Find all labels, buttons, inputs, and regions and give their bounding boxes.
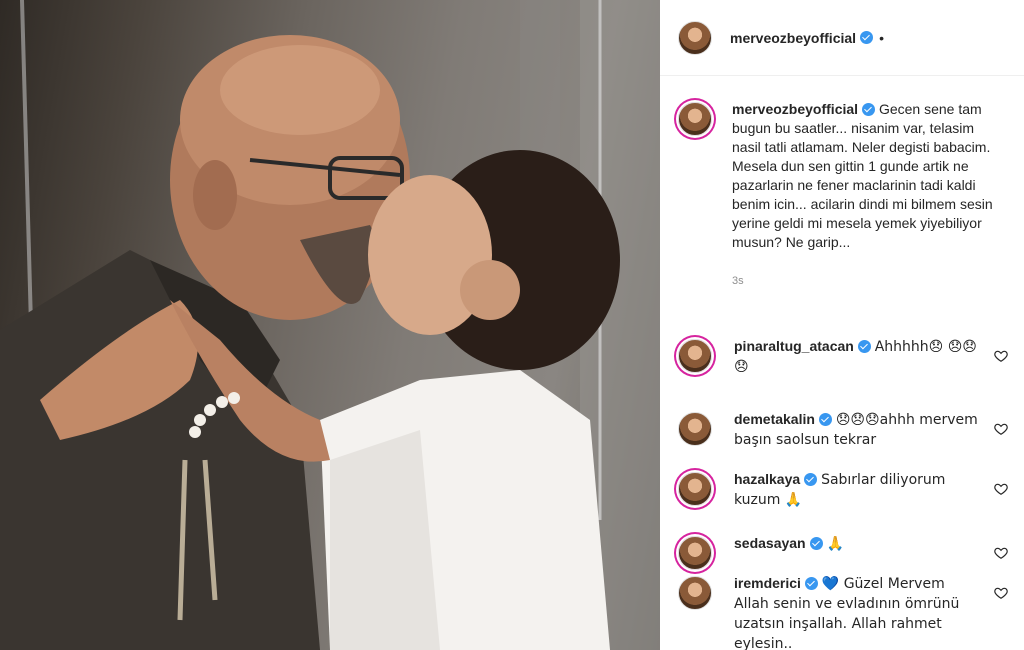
verified-badge-icon — [860, 31, 874, 44]
verified-badge-icon — [809, 537, 823, 550]
photo-scene — [0, 0, 660, 650]
comment-username[interactable]: hazalkaya — [734, 471, 800, 487]
comment-avatar[interactable] — [678, 536, 712, 570]
post-photo[interactable] — [0, 0, 660, 650]
comment-username[interactable]: sedasayan — [734, 535, 806, 551]
heart-icon[interactable] — [994, 349, 1008, 363]
verified-badge-icon — [862, 103, 876, 116]
comment-username[interactable]: iremderici — [734, 575, 801, 591]
comment-avatar[interactable] — [678, 339, 712, 373]
post-header: merveozbeyofficial • — [660, 0, 1024, 76]
comment-item: pinaraltug_atacan Ahhhhh😞 😞😞😞 — [678, 337, 1008, 377]
verified-badge-icon — [804, 473, 818, 486]
caption: merveozbeyofficial Gecen sene tam bugun … — [678, 100, 1008, 291]
verified-badge-icon — [857, 340, 871, 353]
header-dot: • — [879, 29, 884, 46]
author-avatar[interactable] — [678, 20, 712, 55]
caption-text: Gecen sene tam bugun bu saatler... nisan… — [732, 101, 993, 250]
heart-icon[interactable] — [994, 586, 1008, 600]
comment-avatar[interactable] — [678, 576, 712, 610]
comment-item: sedasayan 🙏 — [678, 534, 1008, 570]
comment-item: hazalkaya Sabırlar diliyorum kuzum 🙏 — [678, 470, 1008, 510]
verified-badge-icon — [804, 577, 818, 590]
caption-timestamp[interactable]: 3s — [732, 272, 1002, 291]
comment-avatar[interactable] — [678, 472, 712, 506]
caption-username[interactable]: merveozbeyofficial — [732, 101, 858, 117]
heart-icon[interactable] — [994, 546, 1008, 560]
heart-icon[interactable] — [994, 482, 1008, 496]
author-username[interactable]: merveozbeyofficial — [730, 30, 856, 46]
post-details-panel: merveozbeyofficial • merveozbeyofficial … — [660, 0, 1024, 650]
caption-avatar[interactable] — [678, 102, 712, 136]
heart-icon[interactable] — [994, 422, 1008, 436]
comment-avatar[interactable] — [678, 412, 712, 446]
comment-text: 🙏 — [826, 536, 844, 552]
comment-item: iremderici 💙 Güzel Mervem Allah senin ve… — [678, 574, 1008, 650]
comment-item: demetakalin 😞😞😞ahhh mervem başın saolsun… — [678, 410, 1008, 450]
comment-username[interactable]: demetakalin — [734, 411, 815, 427]
comment-username[interactable]: pinaraltug_atacan — [734, 338, 854, 354]
verified-badge-icon — [818, 413, 832, 426]
